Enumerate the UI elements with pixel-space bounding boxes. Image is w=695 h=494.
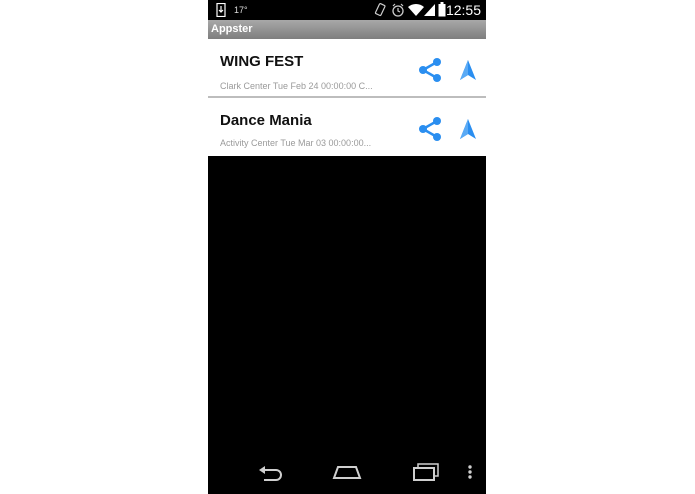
alarm-icon xyxy=(392,3,404,17)
app-title: Appster xyxy=(211,23,253,35)
share-icon[interactable] xyxy=(418,116,444,142)
event-item-wing-fest[interactable]: WING FEST Clark Center Tue Feb 24 00:00:… xyxy=(208,39,486,97)
back-icon[interactable] xyxy=(256,464,284,482)
temperature-text: 17° xyxy=(234,5,248,15)
system-nav-bar xyxy=(208,450,486,494)
event-subtitle: Clark Center Tue Feb 24 00:00:00 C... xyxy=(220,81,373,91)
download-notification-icon xyxy=(216,3,226,17)
home-icon[interactable] xyxy=(332,464,362,480)
navigation-arrow-icon[interactable] xyxy=(458,118,478,140)
signal-icon xyxy=(424,4,435,16)
overflow-menu-icon[interactable] xyxy=(467,464,473,480)
event-list: WING FEST Clark Center Tue Feb 24 00:00:… xyxy=(208,39,486,156)
clock-text: 12:55 xyxy=(445,2,481,18)
phone-screen: 17° 12:55 Appster WING FEST Clark Center… xyxy=(208,0,486,494)
wifi-icon xyxy=(408,3,424,16)
rotate-icon xyxy=(374,3,386,17)
battery-icon xyxy=(438,2,446,17)
status-bar: 17° 12:55 xyxy=(208,0,486,20)
event-item-dance-mania[interactable]: Dance Mania Activity Center Tue Mar 03 0… xyxy=(208,98,486,156)
event-subtitle: Activity Center Tue Mar 03 00:00:00... xyxy=(220,138,372,148)
event-title: WING FEST xyxy=(220,53,304,70)
action-bar: Appster xyxy=(208,20,486,39)
share-icon[interactable] xyxy=(418,57,444,83)
event-title: Dance Mania xyxy=(220,112,312,129)
navigation-arrow-icon[interactable] xyxy=(458,59,478,81)
recent-apps-icon[interactable] xyxy=(412,462,440,482)
